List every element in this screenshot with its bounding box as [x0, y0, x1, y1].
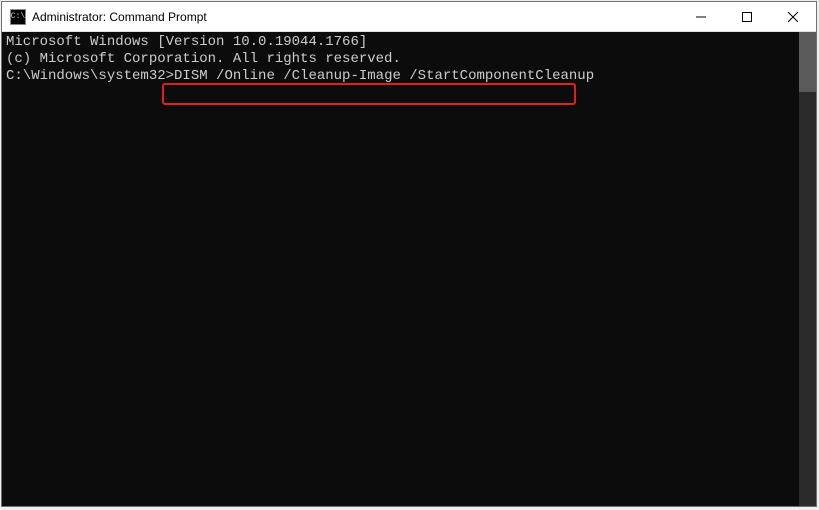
annotation-highlight: [162, 83, 576, 105]
close-icon: [788, 12, 798, 22]
terminal-line-version: Microsoft Windows [Version 10.0.19044.17…: [6, 34, 795, 51]
terminal-prompt-line: C:\Windows\system32>DISM /Online /Cleanu…: [6, 68, 594, 85]
vertical-scrollbar[interactable]: [799, 32, 816, 506]
maximize-button[interactable]: [724, 2, 770, 31]
minimize-button[interactable]: [678, 2, 724, 31]
terminal-content[interactable]: Microsoft Windows [Version 10.0.19044.17…: [2, 32, 799, 506]
minimize-icon: [696, 12, 706, 22]
maximize-icon: [742, 12, 752, 22]
titlebar-left: C:\ Administrator: Command Prompt: [2, 9, 207, 25]
command-prompt-window: C:\ Administrator: Command Prompt: [1, 1, 817, 507]
terminal-area[interactable]: Microsoft Windows [Version 10.0.19044.17…: [2, 32, 816, 506]
titlebar[interactable]: C:\ Administrator: Command Prompt: [2, 2, 816, 32]
scrollbar-thumb[interactable]: [799, 32, 816, 92]
terminal-prompt: C:\Windows\system32>: [6, 68, 174, 84]
window-controls: [678, 2, 816, 31]
window-title: Administrator: Command Prompt: [32, 10, 207, 24]
cmd-icon-glyph: C:\: [11, 12, 25, 21]
close-button[interactable]: [770, 2, 816, 31]
cmd-icon: C:\: [10, 9, 26, 25]
terminal-command: DISM /Online /Cleanup-Image /StartCompon…: [174, 68, 594, 84]
terminal-line-copyright: (c) Microsoft Corporation. All rights re…: [6, 51, 795, 68]
